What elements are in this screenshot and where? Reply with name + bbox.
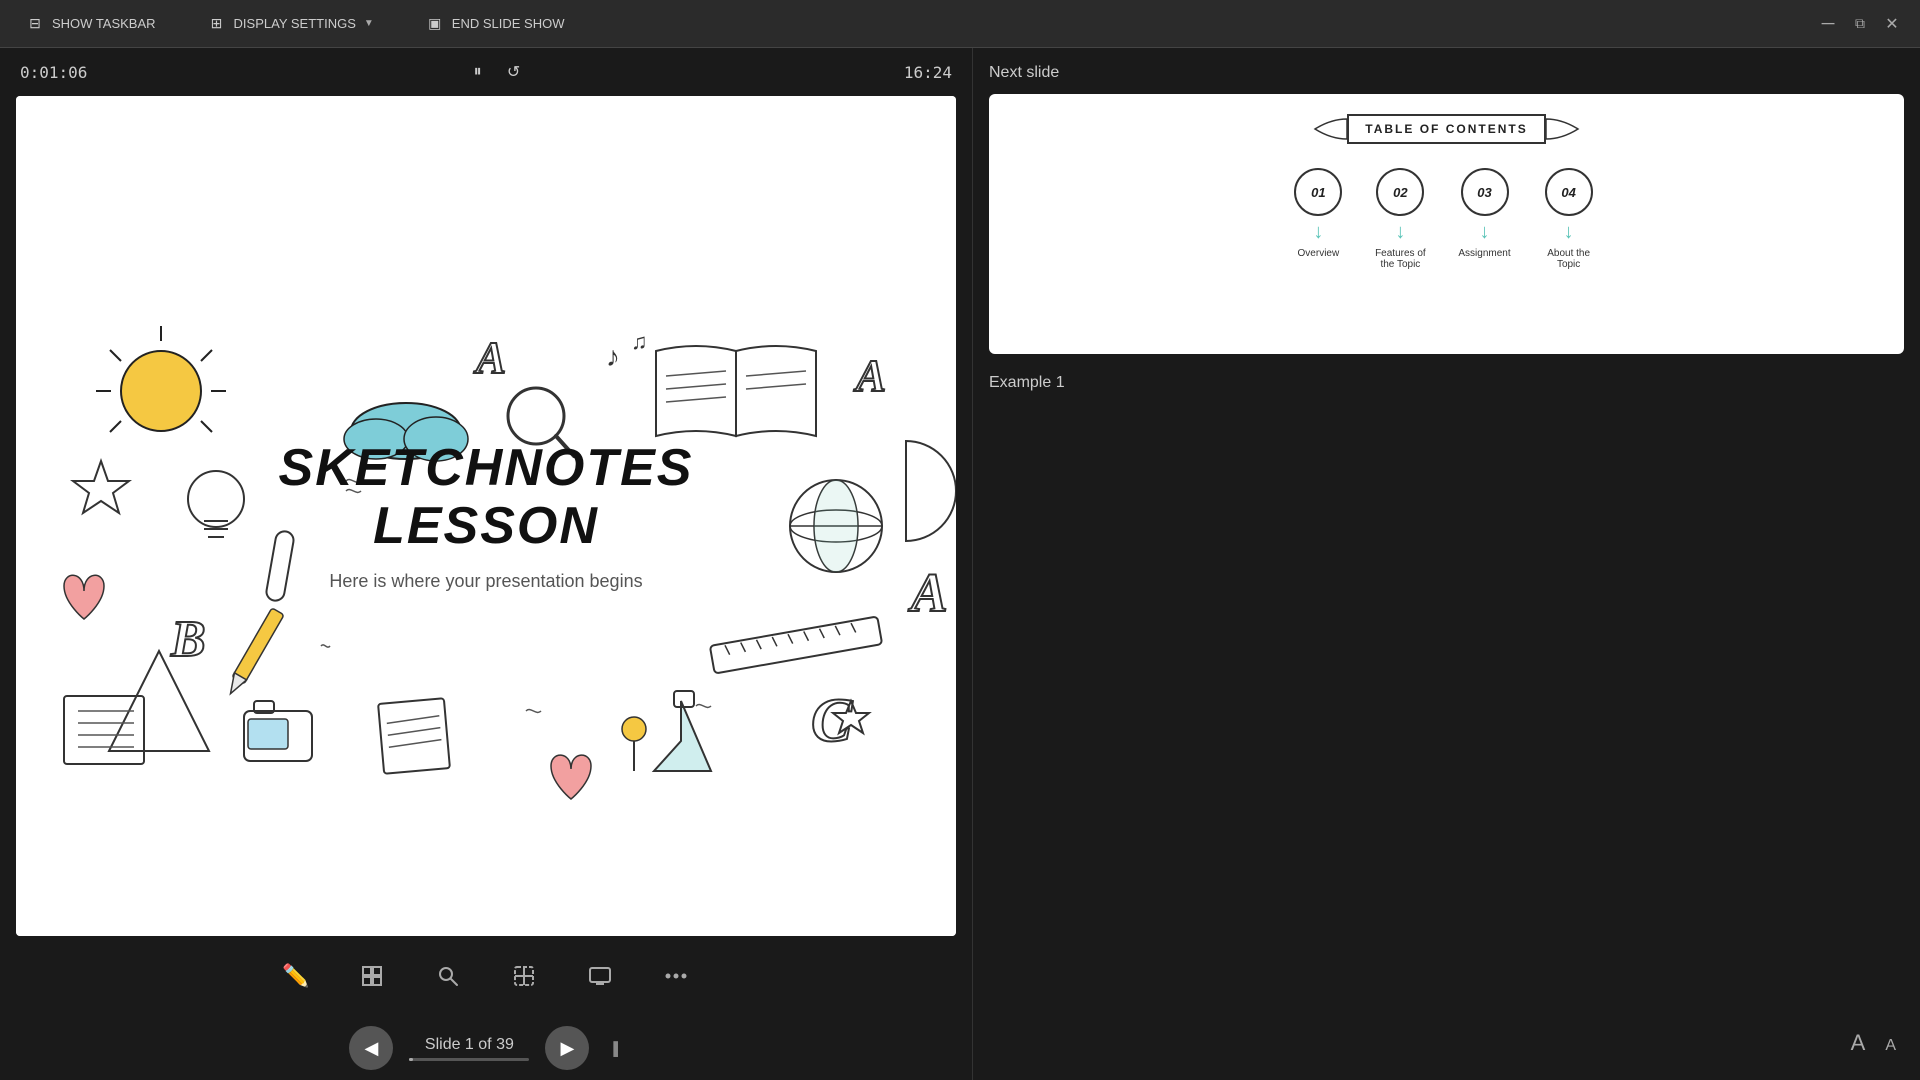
slide-background: B C A A A ♪ ♫ [16,96,956,936]
show-taskbar-button[interactable]: ⊟ SHOW TASKBAR [16,9,166,39]
slide-indicator: Slide 1 of 39 [419,1036,519,1054]
next-slide-label: Next slide [989,64,1904,82]
slide-progress-fill [409,1058,413,1061]
svg-text:B: B [170,611,206,668]
end-slideshow-label: END SLIDE SHOW [452,16,565,31]
right-panel: Next slide TABLE OF CONTENTS [972,48,1920,1080]
end-slideshow-icon: ▣ [426,15,444,33]
slide-title: SKETCHNOTES LESSON [279,440,694,554]
screen-tool-button[interactable] [578,954,622,998]
slide-title-line2: LESSON [373,497,599,555]
next-slide-preview: TABLE OF CONTENTS 01 ↓ Overview [989,94,1904,354]
grid-tool-button[interactable] [350,954,394,998]
pause-button[interactable]: ⏸ [466,60,490,84]
preview-banner-text: TABLE OF CONTENTS [1347,114,1545,144]
slide-center-content: SKETCHNOTES LESSON Here is where your pr… [279,440,694,591]
show-taskbar-label: SHOW TASKBAR [52,16,156,31]
svg-text:A: A [473,333,506,383]
preview-item-2: 02 ↓ Features of the Topic [1370,168,1430,270]
preview-circle-02: 02 [1376,168,1424,216]
preview-arrow-4: ↓ [1564,222,1574,242]
slide-playback-controls: ⏸ ↺ [466,60,526,84]
preview-item-1: 01 ↓ Overview [1294,168,1342,259]
slide-subtitle: Here is where your presentation begins [279,571,694,592]
prev-arrow-icon: ◀ [364,1038,378,1059]
slide-progress-bar [409,1058,529,1061]
example-label: Example 1 [989,374,1904,392]
preview-label-4: About the Topic [1539,248,1599,270]
end-slideshow-button[interactable]: ▣ END SLIDE SHOW [416,9,575,39]
slide-clock: 16:24 [904,63,952,82]
preview-label-3: Assignment [1458,248,1510,259]
close-button[interactable]: ✕ [1880,12,1904,36]
svg-text:♫: ♫ [631,329,648,354]
minimize-button[interactable]: ─ [1816,12,1840,36]
preview-circle-01: 01 [1294,168,1342,216]
slide-panel: 0:01:06 ⏸ ↺ 16:24 [0,48,972,1080]
slide-title-line1: SKETCHNOTES [279,439,694,497]
slide-header: 0:01:06 ⏸ ↺ 16:24 [0,48,972,96]
slide-bottom-toolbar: ✏️ [0,936,972,1016]
top-toolbar: ⊟ SHOW TASKBAR ⊞ DISPLAY SETTINGS ▼ ▣ EN… [0,0,1920,48]
slide-timer: 0:01:06 [20,63,87,82]
restore-button[interactable]: ⧉ [1848,12,1872,36]
slide-navigation: ◀ Slide 1 of 39 ▶ ▌ [0,1016,972,1080]
prev-slide-button[interactable]: ◀ [349,1026,393,1070]
svg-text:A: A [908,562,948,623]
preview-inner: TABLE OF CONTENTS 01 ↓ Overview [989,94,1904,354]
taskbar-icon: ⊟ [26,15,44,33]
preview-circle-04: 04 [1545,168,1593,216]
display-settings-button[interactable]: ⊞ DISPLAY SETTINGS ▼ [198,9,384,39]
banner-right-wing [1546,115,1582,143]
svg-text:♪: ♪ [606,342,620,373]
svg-text:A: A [853,351,886,401]
preview-circle-03: 03 [1461,168,1509,216]
preview-arrow-2: ↓ [1395,222,1405,242]
display-settings-label: DISPLAY SETTINGS [234,16,356,31]
banner-left-wing [1311,115,1347,143]
text-size-decrease-button[interactable]: A [1885,1037,1896,1055]
preview-item-3: 03 ↓ Assignment [1458,168,1510,259]
next-slide-button[interactable]: ▶ [545,1026,589,1070]
search-tool-button[interactable] [426,954,470,998]
preview-label-2: Features of the Topic [1370,248,1430,270]
pointer-tool-button[interactable] [502,954,546,998]
slide-canvas: B C A A A ♪ ♫ [16,96,956,936]
more-options-button[interactable] [654,954,698,998]
preview-arrow-1: ↓ [1313,222,1323,242]
main-content: 0:01:06 ⏸ ↺ 16:24 [0,48,1920,1080]
dropdown-arrow-icon: ▼ [364,18,374,29]
next-arrow-icon: ▶ [560,1038,574,1059]
preview-item-4: 04 ↓ About the Topic [1539,168,1599,270]
reset-button[interactable]: ↺ [502,60,526,84]
preview-circles: 01 ↓ Overview 02 ↓ Features of the Topic [1294,168,1598,270]
display-settings-icon: ⊞ [208,15,226,33]
pen-tool-button[interactable]: ✏️ [274,954,318,998]
cursor-position: ▌ [613,1041,622,1056]
svg-text:C: C [811,687,853,755]
preview-arrow-3: ↓ [1480,222,1490,242]
preview-label-1: Overview [1298,248,1340,259]
text-size-increase-button[interactable]: A [1851,1030,1866,1056]
